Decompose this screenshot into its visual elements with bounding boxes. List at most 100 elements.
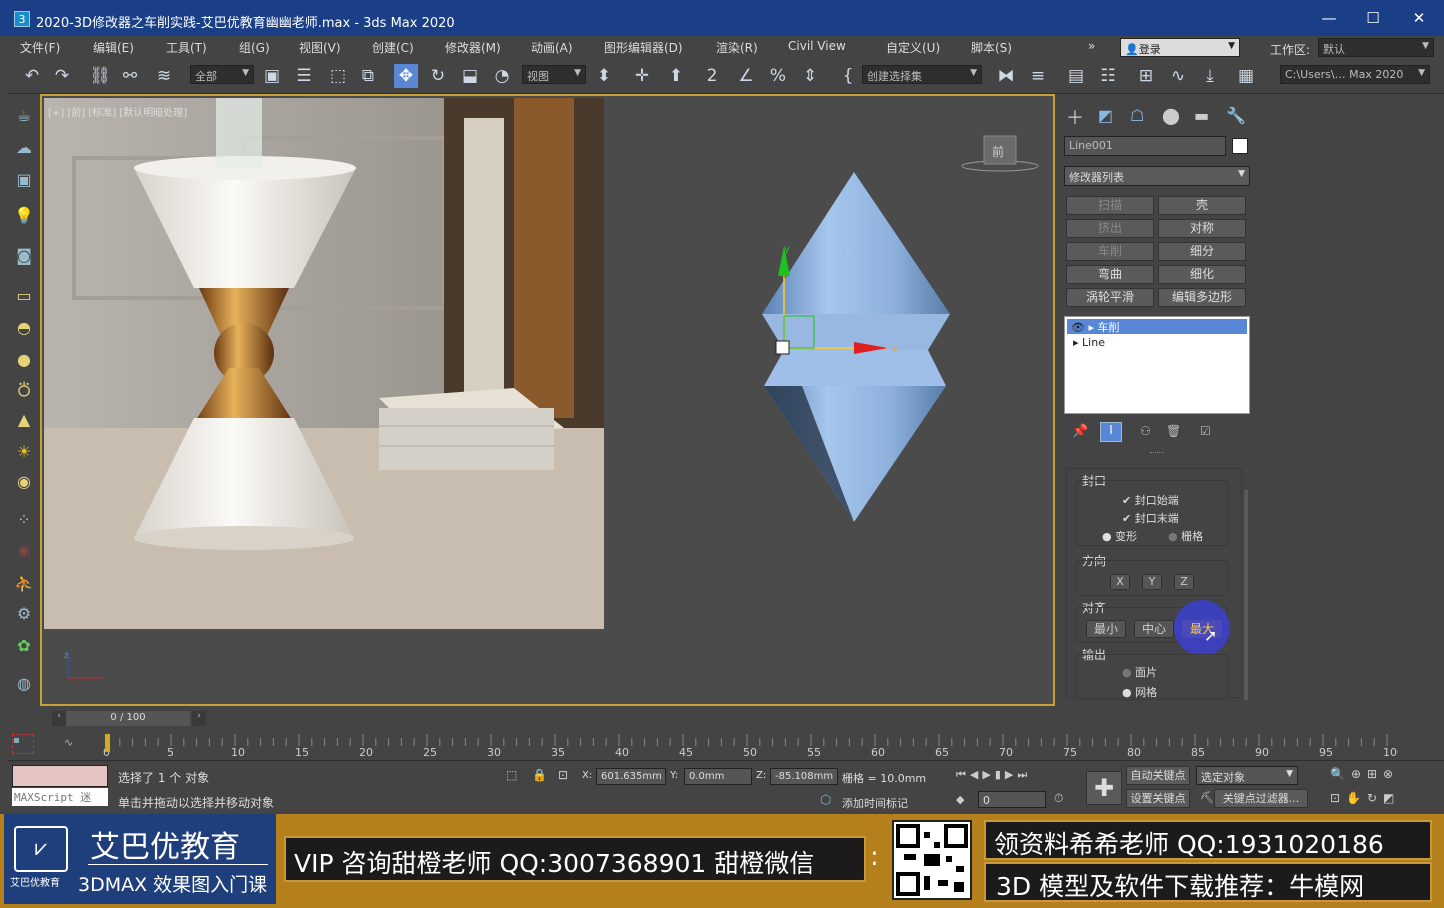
- create-tab-icon[interactable]: ＋: [1066, 104, 1084, 130]
- align-min-button[interactable]: 最小: [1086, 620, 1126, 638]
- curve-editor-icon[interactable]: ∿: [1166, 64, 1190, 88]
- modifier-bend-button[interactable]: 弯曲: [1066, 265, 1154, 284]
- hemisphere-icon[interactable]: ◓: [12, 316, 36, 340]
- z-coordinate-field[interactable]: -85.108mm: [770, 768, 838, 785]
- key-filter-icon[interactable]: ⛏: [1200, 791, 1214, 804]
- align-center-button[interactable]: 中心: [1134, 620, 1174, 638]
- time-prev-icon[interactable]: ‹: [52, 711, 66, 726]
- modify-tab-icon[interactable]: ◩: [1098, 106, 1113, 125]
- basket-icon[interactable]: ⛣: [12, 378, 36, 402]
- menu-graph-editors[interactable]: 图形编辑器(D): [604, 39, 683, 56]
- modifier-shell-button[interactable]: 壳: [1158, 196, 1246, 215]
- image-icon[interactable]: ▣: [12, 168, 36, 192]
- cone-icon[interactable]: ▲: [12, 408, 36, 432]
- mini-curve-editor-icon[interactable]: ▪: [12, 734, 34, 754]
- reference-coord-dropdown[interactable]: 视图 ▼: [522, 65, 586, 84]
- modifier-symmetry-button[interactable]: 对称: [1158, 219, 1246, 238]
- select-manipulate-icon[interactable]: ✛: [630, 64, 654, 88]
- menu-modifiers[interactable]: 修改器(M): [445, 39, 501, 56]
- angle-snap-icon[interactable]: ∠: [734, 64, 758, 88]
- playback-controls[interactable]: ⏮◀▶▮▶⏭: [956, 768, 1031, 782]
- maxscript-listener[interactable]: [12, 765, 108, 787]
- make-unique-icon[interactable]: ⚇: [1140, 424, 1151, 438]
- selection-filter-dropdown[interactable]: 全部 ▼: [190, 65, 254, 84]
- teapot-icon[interactable]: ☕: [12, 104, 36, 128]
- modifier-turbosmooth-button[interactable]: 涡轮平滑: [1066, 288, 1154, 307]
- show-end-result-icon[interactable]: Ⅰ: [1100, 422, 1122, 442]
- snaps-toggle-icon[interactable]: 2: [700, 64, 724, 88]
- nav-pan-icons[interactable]: ⊡✋↻◩: [1330, 791, 1400, 805]
- output-mesh-radio[interactable]: ● 网格: [1122, 684, 1157, 700]
- menu-rendering[interactable]: 渲染(R): [716, 39, 758, 56]
- configure-sets-icon[interactable]: ☑: [1200, 424, 1211, 438]
- select-scale-icon[interactable]: ⬓: [458, 64, 482, 88]
- camera-icon[interactable]: ◙: [12, 244, 36, 268]
- time-tag-icon[interactable]: ⬡: [820, 793, 831, 808]
- direction-x-button[interactable]: X: [1110, 574, 1130, 590]
- curve-toggle-icon[interactable]: ∿: [64, 736, 73, 749]
- undo-icon[interactable]: ↶: [20, 64, 44, 88]
- plant-icon[interactable]: ✿: [12, 634, 36, 658]
- morph-radio[interactable]: ● 变形: [1102, 528, 1137, 544]
- pivot-center-icon[interactable]: ⬍: [592, 64, 616, 88]
- isolate-icon[interactable]: ⬚: [506, 768, 517, 782]
- close-button[interactable]: ✕: [1404, 9, 1434, 29]
- gear-icon[interactable]: ⚙: [12, 602, 36, 626]
- select-by-name-icon[interactable]: ☰: [292, 64, 316, 88]
- select-object-icon[interactable]: ▣: [260, 64, 284, 88]
- cloud-icon[interactable]: ☁: [12, 136, 36, 160]
- absolute-mode-icon[interactable]: ⊡: [558, 768, 568, 782]
- minimize-button[interactable]: —: [1314, 9, 1344, 29]
- modifier-tessellate-button[interactable]: 细化: [1158, 265, 1246, 284]
- link-icon[interactable]: ⛓: [88, 64, 112, 88]
- unlink-icon[interactable]: ⚯: [118, 64, 142, 88]
- current-frame-field[interactable]: 0: [978, 791, 1046, 808]
- plane-icon[interactable]: ▭: [12, 284, 36, 308]
- pin-stack-icon[interactable]: 📌: [1072, 424, 1088, 439]
- lock-icon[interactable]: 🔒: [532, 768, 547, 782]
- track-bar[interactable]: ▪ ∿ 0 5 10 15 20 25 30 35 40 45 50 55 60 65 70 75 80 85 90…: [8, 730, 1444, 760]
- menu-tools[interactable]: 工具(T): [166, 39, 207, 56]
- object-name-field[interactable]: Line001: [1064, 136, 1226, 156]
- sun-icon[interactable]: ☀: [12, 440, 36, 464]
- motion-tab-icon[interactable]: ⬤: [1162, 106, 1180, 125]
- figure-icon[interactable]: ⛹: [12, 572, 36, 596]
- menu-more[interactable]: »: [1088, 39, 1095, 53]
- workspace-dropdown[interactable]: 默认 ▼: [1318, 38, 1434, 57]
- modifier-edit-poly-button[interactable]: 编辑多边形: [1158, 288, 1246, 307]
- menu-civil-view[interactable]: Civil View: [788, 39, 846, 53]
- x-coordinate-field[interactable]: 601.635mm: [596, 768, 666, 785]
- ball-icon[interactable]: ◉: [12, 470, 36, 494]
- menu-create[interactable]: 创建(C): [372, 39, 414, 56]
- layer-explorer-icon[interactable]: ☷: [1096, 64, 1120, 88]
- login-dropdown[interactable]: 👤登录 ▼: [1120, 38, 1240, 57]
- maximize-button[interactable]: ☐: [1358, 9, 1388, 29]
- sphere-icon[interactable]: ●: [12, 348, 36, 372]
- molecule-icon[interactable]: ⚛: [12, 540, 36, 564]
- keyboard-shortcut-icon[interactable]: ⬆: [664, 64, 688, 88]
- menu-scripting[interactable]: 脚本(S): [971, 39, 1012, 56]
- time-next-icon[interactable]: ›: [192, 711, 206, 726]
- nav-zoom-icons[interactable]: 🔍⊕⊞⊗: [1330, 767, 1399, 781]
- menu-group[interactable]: 组(G): [239, 39, 270, 56]
- scene-explorer-icon[interactable]: ▤: [1064, 64, 1088, 88]
- cap-end-checkbox[interactable]: ✔ 封口末端: [1122, 510, 1179, 526]
- time-marker[interactable]: [105, 734, 110, 752]
- schematic-view-icon[interactable]: ⤓: [1198, 64, 1222, 88]
- set-key-big-icon[interactable]: ✚: [1086, 771, 1122, 805]
- material-editor-icon[interactable]: ▦: [1234, 64, 1258, 88]
- direction-z-button[interactable]: Z: [1174, 574, 1194, 590]
- modifier-sweep-button[interactable]: 扫描: [1066, 196, 1154, 215]
- time-config-icon[interactable]: ⏱: [1054, 791, 1063, 806]
- light-icon[interactable]: 💡: [12, 204, 36, 228]
- key-filters-button[interactable]: 关键点过滤器...: [1214, 789, 1308, 808]
- dots-icon[interactable]: ⁘: [12, 508, 36, 532]
- viewcube[interactable]: 前: [961, 135, 1039, 172]
- edit-named-sets-icon[interactable]: {: [836, 64, 860, 88]
- maxscript-input[interactable]: MAXScript 迷: [12, 788, 108, 806]
- add-time-tag[interactable]: 添加时间标记: [842, 795, 908, 811]
- project-path-dropdown[interactable]: C:\Users\… Max 2020 ▼: [1280, 65, 1430, 84]
- menu-view[interactable]: 视图(V): [299, 39, 341, 56]
- menu-animation[interactable]: 动画(A): [531, 39, 573, 56]
- named-selection-set-dropdown[interactable]: 创建选择集 ▼: [862, 65, 982, 84]
